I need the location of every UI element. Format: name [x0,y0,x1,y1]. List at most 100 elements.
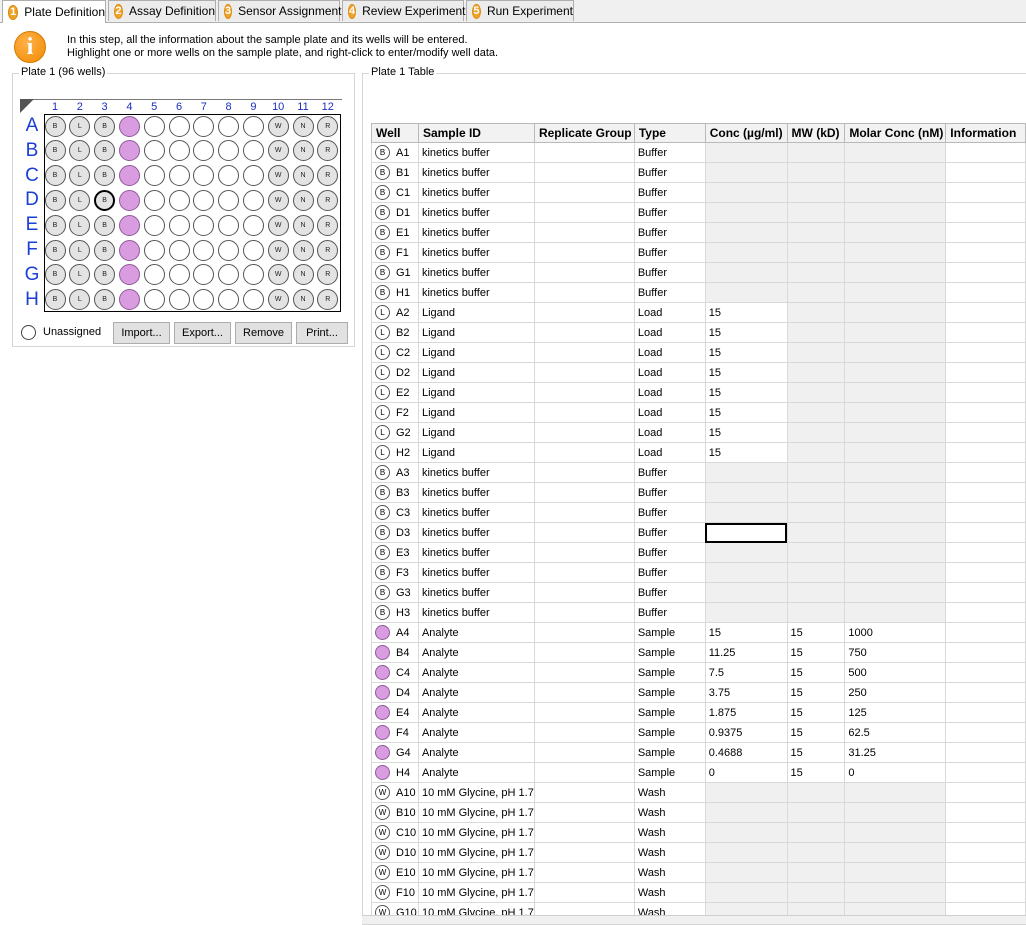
cell-conc[interactable] [704,862,788,883]
cell-replicate-group[interactable] [533,462,635,483]
cell-type[interactable]: Load [633,402,706,423]
plate-well[interactable]: B [44,289,66,311]
plate-well[interactable]: W [267,289,289,311]
cell-replicate-group[interactable] [533,442,635,463]
cell-molar-conc[interactable] [844,282,947,303]
cell-molar-conc[interactable] [844,882,947,903]
cell-well[interactable]: W E10 [371,862,419,883]
cell-molar-conc[interactable]: 0 [844,762,947,783]
plate-row-label[interactable]: E [22,214,42,236]
cell-type[interactable]: Buffer [633,522,706,543]
cell-information[interactable] [945,422,1026,443]
cell-information[interactable] [945,802,1026,823]
cell-type[interactable]: Buffer [633,542,706,563]
cell-type[interactable]: Buffer [633,162,706,183]
cell-information[interactable] [945,622,1026,643]
cell-replicate-group[interactable] [533,142,635,163]
cell-well[interactable]: B E3 [371,542,419,563]
cell-information[interactable] [945,482,1026,503]
cell-molar-conc[interactable] [844,562,947,583]
cell-molar-conc[interactable] [844,142,947,163]
table-row[interactable]: C4 Analyte Sample 7.5 15 500 [371,662,1026,683]
plate-well[interactable]: N [292,239,314,261]
cell-conc[interactable] [704,242,788,263]
cell-type[interactable]: Load [633,422,706,443]
plate-column-label[interactable]: 4 [122,101,136,113]
table-row[interactable]: H4 Analyte Sample 0 15 0 [371,762,1026,783]
cell-replicate-group[interactable] [533,482,635,503]
cell-well[interactable]: L B2 [371,322,419,343]
plate-row-label[interactable]: H [22,289,42,311]
cell-molar-conc[interactable] [844,802,947,823]
plate-column-label[interactable]: 1 [48,101,62,113]
plate-table-scroll[interactable]: Well Sample ID Replicate Group Type Conc… [371,123,1026,915]
cell-replicate-group[interactable] [533,202,635,223]
cell-conc[interactable]: 15 [704,302,788,323]
cell-sample-id[interactable]: 10 mM Glycine, pH 1.7 [417,842,535,863]
plate-well[interactable] [193,214,215,236]
cell-conc[interactable] [704,502,788,523]
cell-information[interactable] [945,562,1026,583]
plate-well[interactable]: B [44,189,66,211]
cell-type[interactable]: Buffer [633,262,706,283]
plate-well[interactable]: N [292,289,314,311]
table-row[interactable]: B B3 kinetics buffer Buffer [371,482,1026,503]
cell-replicate-group[interactable] [533,382,635,403]
cell-molar-conc[interactable] [844,542,947,563]
cell-molar-conc[interactable]: 500 [844,662,947,683]
tab-assay-definition[interactable]: 2 Assay Definition [108,0,216,21]
table-row[interactable]: B F3 kinetics buffer Buffer [371,562,1026,583]
cell-mw[interactable] [786,402,846,423]
cell-molar-conc[interactable] [844,242,947,263]
cell-information[interactable] [945,582,1026,603]
cell-well[interactable]: W B10 [371,802,419,823]
plate-well[interactable] [118,289,140,311]
plate-well[interactable]: L [69,165,91,187]
table-row[interactable]: B D1 kinetics buffer Buffer [371,202,1026,223]
cell-type[interactable]: Sample [633,702,706,723]
cell-mw[interactable] [786,422,846,443]
plate-well[interactable] [218,140,240,162]
plate-well[interactable]: W [267,115,289,137]
plate-well[interactable] [218,214,240,236]
cell-well[interactable]: B4 [371,642,419,663]
plate-well[interactable]: B [44,214,66,236]
cell-conc[interactable]: 15 [704,342,788,363]
cell-replicate-group[interactable] [533,542,635,563]
plate-well[interactable]: B [44,165,66,187]
cell-well[interactable]: B B1 [371,162,419,183]
plate-well[interactable]: W [267,264,289,286]
table-row[interactable]: G4 Analyte Sample 0.4688 15 31.25 [371,742,1026,763]
plate-well[interactable]: B [94,140,116,162]
cell-molar-conc[interactable]: 125 [844,702,947,723]
print-button[interactable]: Print... [296,322,348,344]
cell-information[interactable] [945,162,1026,183]
cell-molar-conc[interactable] [844,602,947,623]
cell-conc[interactable] [704,182,788,203]
plate-well[interactable]: B [44,239,66,261]
plate-well[interactable]: N [292,140,314,162]
table-row[interactable]: B D3 kinetics buffer Buffer [371,522,1026,543]
cell-sample-id[interactable]: Ligand [417,442,535,463]
cell-sample-id[interactable]: Analyte [417,762,535,783]
cell-mw[interactable] [786,482,846,503]
cell-mw[interactable] [786,142,846,163]
cell-sample-id[interactable]: kinetics buffer [417,162,535,183]
cell-information[interactable] [945,902,1026,915]
plate-well[interactable]: B [44,115,66,137]
table-row[interactable]: B C1 kinetics buffer Buffer [371,182,1026,203]
cell-conc[interactable] [704,262,788,283]
cell-conc[interactable] [704,782,788,803]
cell-molar-conc[interactable] [844,322,947,343]
plate-column-label[interactable]: 5 [147,101,161,113]
cell-conc[interactable]: 15 [704,442,788,463]
plate-well[interactable] [193,289,215,311]
plate-well[interactable]: N [292,264,314,286]
table-row[interactable]: E4 Analyte Sample 1.875 15 125 [371,702,1026,723]
cell-type[interactable]: Buffer [633,562,706,583]
plate-well[interactable] [118,189,140,211]
cell-molar-conc[interactable] [844,222,947,243]
cell-type[interactable]: Wash [633,782,706,803]
tab-review-experiment[interactable]: 4 Review Experiment [342,0,466,21]
cell-mw[interactable]: 15 [786,682,846,703]
